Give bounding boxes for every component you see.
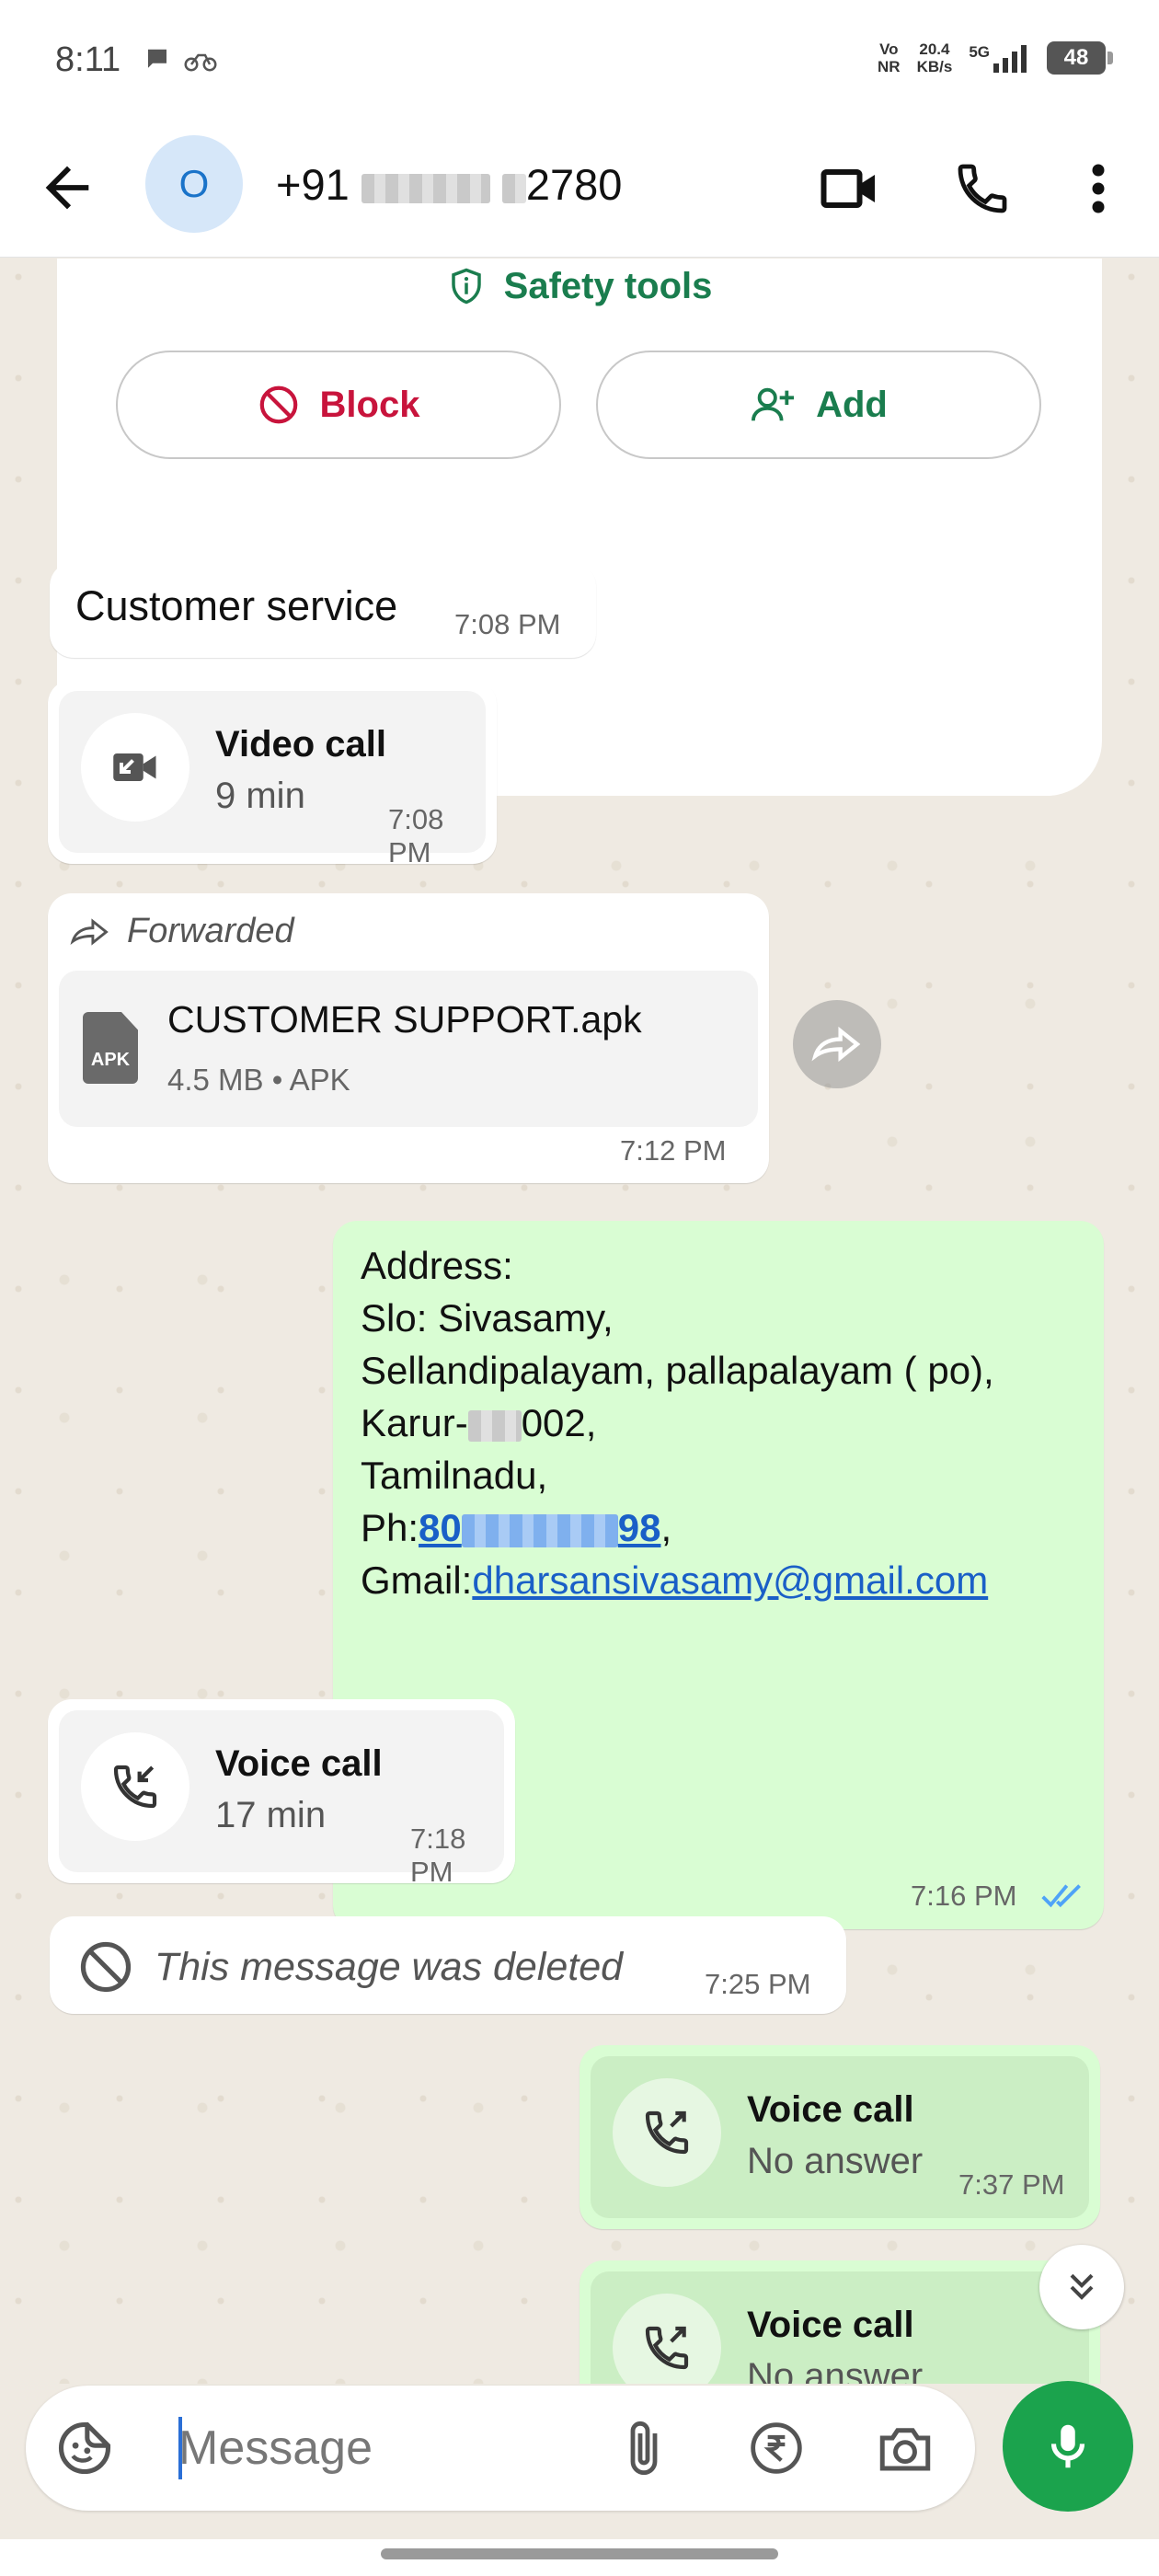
avatar[interactable]: O [145,135,243,233]
safety-tools-link[interactable]: Safety tools [57,266,1102,307]
message-customer-service[interactable]: Customer service 7:08 PM [50,562,596,658]
message-video-call[interactable]: Video call 9 min 7:08 PM [48,680,497,868]
read-receipt-icon [1041,1884,1081,1908]
message-voice-call-outgoing[interactable]: Voice call No answer 7:37 PM [580,2045,1100,2229]
double-chevron-down-icon [1070,2273,1094,2300]
message-forwarded-file[interactable]: Forwarded APK CUSTOMER SUPPORT.apk 4.5 M… [48,893,769,1183]
forward-share-button[interactable] [793,1000,881,1088]
video-call-icon[interactable] [813,152,887,225]
message-voice-call-incoming[interactable]: Voice call 17 min 7:18 PM [48,1699,515,1888]
file-attachment[interactable]: APK CUSTOMER SUPPORT.apk 4.5 MB • APK [59,971,758,1127]
back-arrow-icon[interactable] [35,155,99,220]
block-button[interactable]: Block [116,351,561,459]
video-call-missed-icon [81,713,189,822]
status-time: 8:11 [55,40,121,79]
message-deleted[interactable]: This message was deleted 7:25 PM [50,1916,846,2014]
phone-link[interactable]: 80 98 [419,1506,660,1549]
add-contact-button[interactable]: Add [596,351,1041,459]
microphone-icon [1050,2424,1085,2468]
navigation-bar [0,2539,1159,2576]
forward-icon [811,1026,861,1063]
block-icon [259,385,297,424]
deleted-icon [80,1941,132,1993]
battery-icon: 48 [1047,41,1113,75]
voice-message-button[interactable] [1003,2381,1133,2512]
shield-icon [451,268,481,305]
camera-icon[interactable] [870,2413,940,2483]
home-gesture-handle[interactable] [381,2548,778,2559]
bike-notification-icon [184,53,217,72]
network-speed: 20.4 KB/s [916,40,953,75]
payment-rupee-icon[interactable] [741,2413,811,2483]
sticker-emoji-icon[interactable] [50,2413,120,2483]
message-composer [26,2386,975,2511]
apk-file-icon: APK [83,1012,138,1084]
add-person-icon [752,387,795,421]
incoming-call-icon [81,1732,189,1841]
status-bar: 8:11 Vo NR 20.4 KB/s 5G 48 [0,0,1159,124]
volte-indicator: Vo NR [878,40,901,75]
outgoing-call-icon [613,2294,721,2384]
redacted-pincode [467,1409,522,1442]
chat-header: O +91 2780 [0,124,1159,258]
attachment-icon[interactable] [609,2413,679,2483]
message-voice-call-outgoing[interactable]: Voice call No answer [580,2260,1100,2384]
more-options-icon[interactable] [1061,152,1135,225]
contact-name[interactable]: +91 2780 [276,159,622,210]
chat-area[interactable]: Safety tools Block Add Customer service … [0,259,1159,2384]
voice-call-icon[interactable] [946,152,1019,225]
email-link[interactable]: dharsansivasamy@gmail.com [472,1558,988,1602]
scroll-to-bottom-button[interactable] [1039,2245,1124,2329]
redacted-phone-part [361,173,490,203]
message-input[interactable] [178,2413,638,2483]
forwarded-icon [70,917,109,946]
outgoing-call-icon [613,2078,721,2187]
signal-icon: 5G [969,43,1030,73]
chat-notification-icon [148,49,166,68]
